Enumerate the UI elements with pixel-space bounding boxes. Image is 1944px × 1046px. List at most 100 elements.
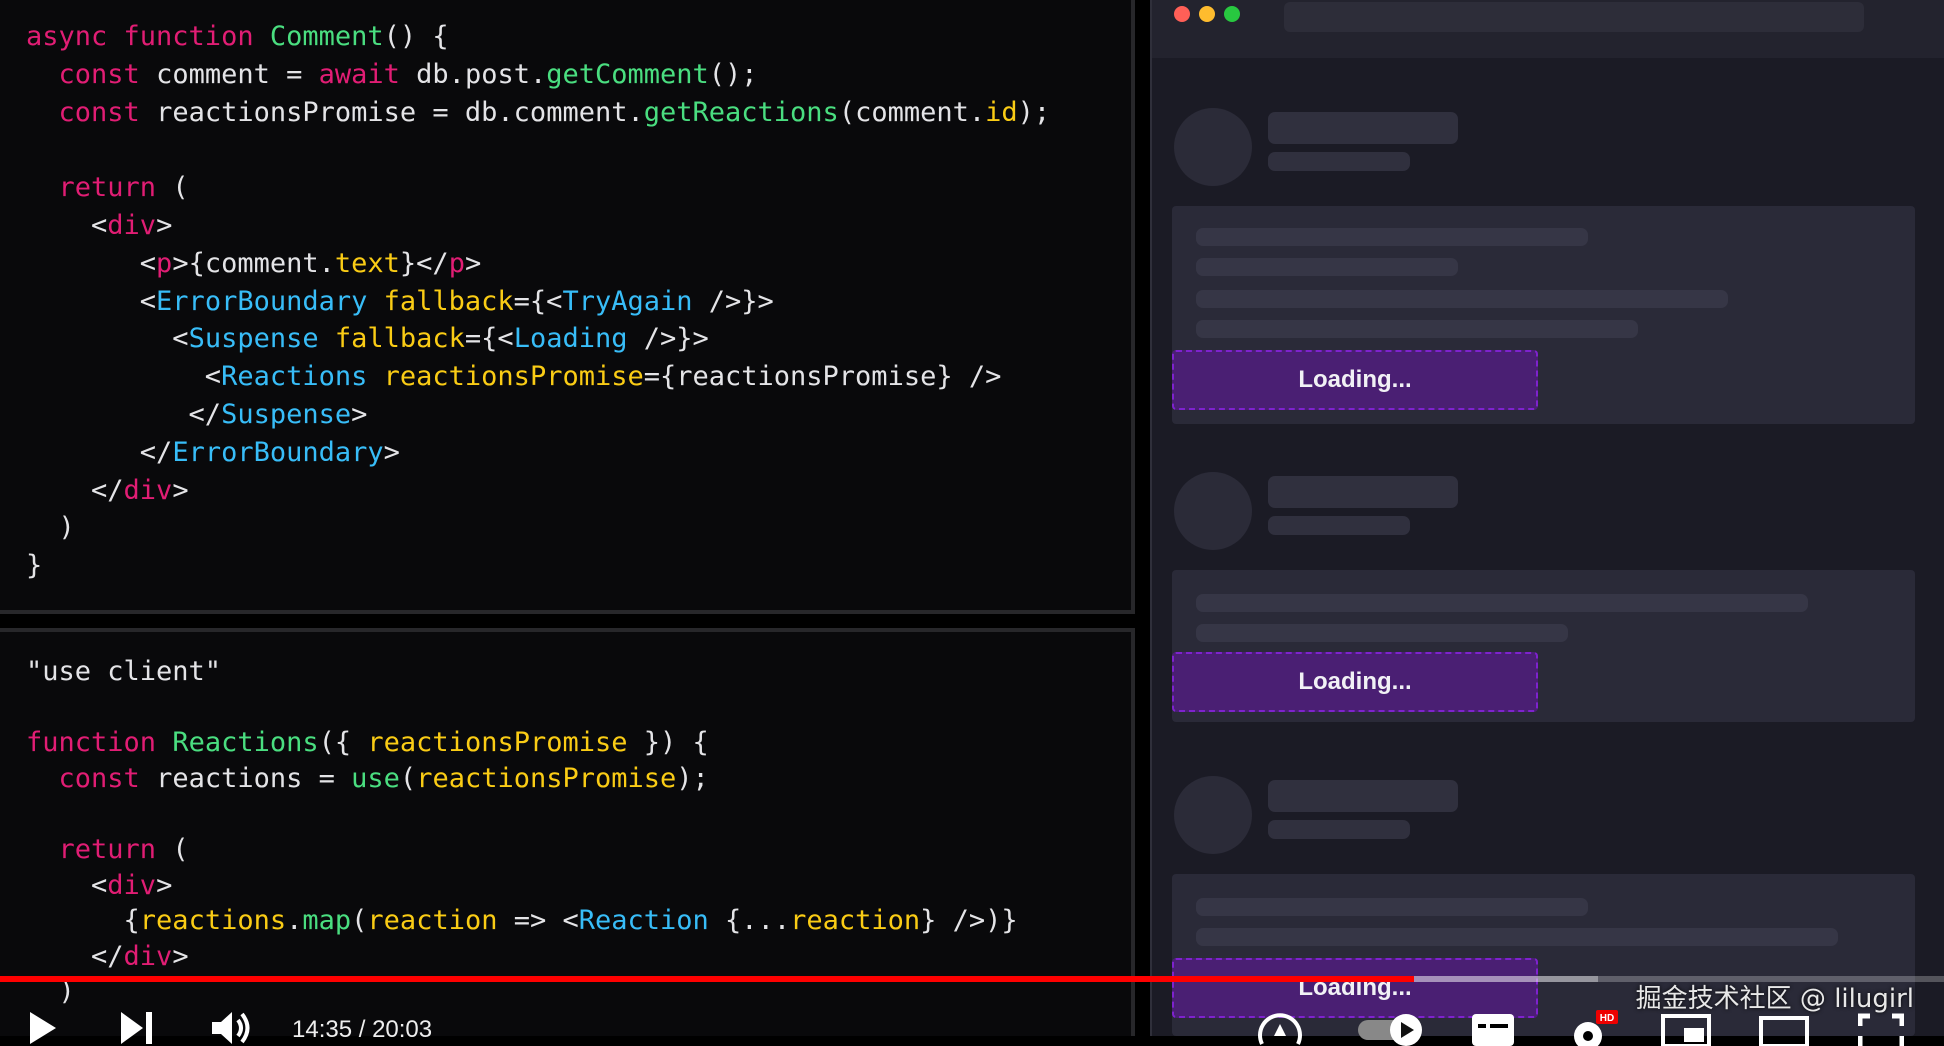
code-token: const [58,96,157,128]
miniplayer-icon[interactable] [1660,1010,1712,1046]
code-token: "use client" [26,656,222,687]
code-token: use [351,762,400,794]
comment-meta-skeleton [1268,820,1410,839]
comment-name-skeleton [1268,780,1458,812]
code-token: ={< [513,285,563,317]
code-token: < [26,247,157,279]
code-line: </div> [26,472,1050,510]
code-token: div [107,209,157,241]
code-token: div [123,940,173,972]
comment-avatar-placeholder [1174,472,1252,550]
code-token: > [172,474,189,506]
code-token: ); [1017,96,1051,128]
code-token: reactionsPromise [367,727,628,759]
settings-gear-icon[interactable]: HD [1566,1010,1618,1046]
code-token: . [286,905,303,937]
code-token: }) { [627,727,709,759]
loading-fallback: Loading... [1172,652,1538,712]
code-token: return [58,172,173,204]
code-line: const reactions = use(reactionsPromise); [26,761,1018,797]
code-token: map [302,905,352,937]
code-token: TryAgain [562,285,693,317]
code-token: => < [497,905,579,937]
code-line: <ErrorBoundary fallback={<TryAgain />}> [26,283,1050,321]
code-line: <p>{comment.text}</p> [26,245,1050,283]
comment-meta-skeleton [1268,152,1410,171]
code-token: Suspense [221,398,352,430]
comment-name-skeleton [1268,476,1458,508]
time-display: 14:35 / 20:03 [292,1016,433,1043]
play-icon[interactable] [26,1010,60,1046]
address-bar[interactable] [1284,2,1864,32]
code-token: ( [399,762,417,794]
code-panel-reactions: "use client" function Reactions({ reactio… [0,628,1135,1036]
code-token: />}> [627,323,709,355]
code-token: reactions = [156,762,352,794]
code-token: } />)} [920,905,1018,937]
progress-played [0,976,1415,982]
autoplay-toggle[interactable] [1356,1010,1426,1046]
volume-icon[interactable] [210,1010,254,1046]
code-token: const [58,58,157,90]
fullscreen-icon[interactable] [1858,1010,1904,1046]
code-block-reactions: "use client" function Reactions({ reactio… [26,654,1018,1010]
code-token: < [26,323,189,355]
subtitles-icon[interactable] [1470,1010,1516,1046]
code-line: const reactionsPromise = db.comment.getR… [26,94,1051,132]
code-panel-comment: async function Comment() { const comment… [0,0,1135,614]
code-line: <div> [26,868,1018,904]
comment-meta-skeleton [1268,516,1410,535]
code-token: reactionsPromise [416,762,677,794]
code-line: const comment = await db.post.getComment… [26,56,1050,94]
code-line: </ErrorBoundary> [26,434,1050,472]
code-token: div [107,869,157,901]
code-token: () { [383,21,449,52]
comment-name-skeleton [1268,112,1458,144]
code-token: > [172,940,189,972]
code-token: < [26,361,222,393]
code-token: fallback [383,285,514,317]
code-token: const [58,762,157,794]
code-token: async function [26,21,270,52]
code-token: ( [351,905,368,937]
code-line: {reactions.map(reaction => <Reaction {..… [26,903,1018,939]
code-token: }</ [399,247,449,279]
browser-preview: Loading... Loading... Loading... [1150,0,1944,1036]
maximize-window-icon[interactable] [1224,6,1240,22]
code-line: "use client" [26,654,1018,690]
code-line: <div> [26,207,1050,245]
autoplay-speed-icon[interactable] [1254,1010,1306,1046]
code-token: getComment [546,58,709,90]
minimize-window-icon[interactable] [1199,6,1215,22]
code-token: ={reactionsPromise} /> [643,361,1002,393]
code-token: ( [172,833,189,865]
code-token: Loading [513,323,628,355]
code-token: > [156,209,173,241]
code-token: Reaction [578,905,709,937]
code-token: Suspense [188,323,335,355]
code-token: ErrorBoundary [172,436,384,468]
close-window-icon[interactable] [1174,6,1190,22]
code-token: db.post. [416,58,547,90]
code-line: <Reactions reactionsPromise={reactionsPr… [26,358,1050,396]
code-token: > [383,436,400,468]
code-token: function [26,727,173,759]
comment-avatar-placeholder [1174,776,1252,854]
code-token: reactionsPromise = db.comment. [156,96,644,128]
code-token: </ [26,474,124,506]
code-line: return ( [26,169,1050,207]
code-token: return [58,833,173,865]
theater-mode-icon[interactable] [1758,1010,1810,1046]
code-token: await [318,58,417,90]
code-token: < [26,869,108,901]
code-block-comment: async function Comment() { const comment… [26,18,1050,585]
next-video-icon[interactable] [118,1010,156,1046]
code-token: ); [676,762,709,794]
code-token: > [156,869,173,901]
code-token: p [448,247,465,279]
code-token: comment = [156,58,319,90]
code-token: text [334,247,400,279]
